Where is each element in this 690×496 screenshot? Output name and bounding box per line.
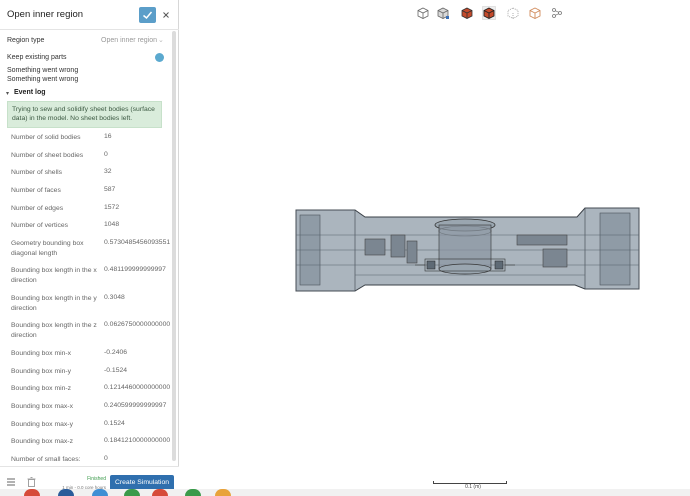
cube-red-icon[interactable] [460,6,474,20]
taskbar [0,489,690,496]
stat-label: Bounding box max-z [11,438,73,445]
geometry-model[interactable] [295,205,645,295]
app-taskbar-icon[interactable] [215,489,231,496]
panel-title: Open inner region [7,9,84,20]
chevron-down-icon[interactable]: ▾ [6,90,9,97]
stat-value: 0 [104,455,108,462]
stat-value: 0.1214460000000000 [104,384,170,391]
panel-content: Region type Open inner region ⌄ Keep exi… [0,31,179,466]
app-taskbar-icon[interactable] [124,489,140,496]
stat-label: Bounding box length in the y direction [11,295,97,312]
panel-header: Open inner region [0,0,179,30]
stat-value: 587 [104,186,116,193]
keep-existing-parts-label: Keep existing parts [7,54,67,61]
app-root: Open inner region Region type Open inner… [0,0,690,496]
stat-value: -0.2406 [104,349,128,356]
stat-label: Number of edges [11,205,64,212]
scale-bar: 0.1 (m) [433,478,507,490]
stat-label: Bounding box min-x [11,350,72,357]
stat-label: Bounding box max-x [11,403,73,410]
stat-value: 0.1841210000000000 [104,437,170,444]
app-taskbar-icon[interactable] [152,489,168,496]
stat-label: Number of shells [11,169,62,176]
stat-value: 0.240599999999997 [104,402,167,409]
stat-value: 0.3048 [104,294,125,301]
status-label: Finished [87,476,106,482]
panel-scrollbar[interactable] [172,31,176,461]
stat-value: 16 [104,133,112,140]
list-icon[interactable] [5,475,17,487]
chevron-down-icon: ⌄ [158,37,164,44]
cube-shaded-icon[interactable] [436,6,450,20]
stat-label: Number of faces [11,187,61,194]
cube-outline-icon[interactable] [416,6,430,20]
stat-label: Bounding box length in the z direction [11,322,97,339]
keep-existing-parts-toggle[interactable] [155,53,164,62]
confirm-button[interactable] [139,7,156,23]
cube-red-wire-icon[interactable] [482,6,496,20]
stat-value: 0.0626750000000000 [104,321,170,328]
stat-value: 1572 [104,204,120,211]
stat-value: 0.1524 [104,420,125,427]
app-taskbar-icon[interactable] [92,489,108,496]
stat-value: 32 [104,168,112,175]
app-taskbar-icon[interactable] [185,489,201,496]
settings-nodes-icon[interactable] [550,6,564,20]
event-log-info-box: Trying to sew and solidify sheet bodies … [7,101,162,128]
stat-value: 0.481199999999997 [104,266,166,273]
stat-value: 0 [104,151,108,158]
region-type-select[interactable]: Open inner region [101,37,157,44]
stat-value: 1048 [104,221,120,228]
event-log-toggle[interactable]: Event log [14,89,46,96]
error-message: Something went wrong [7,76,79,83]
stat-label: Number of vertices [11,222,69,229]
cube-dotted-icon[interactable] [506,6,520,20]
check-icon [143,11,153,20]
stat-label: Geometry bounding box diagonal length [11,240,84,257]
error-message: Something went wrong [7,67,79,74]
trash-icon[interactable] [26,475,37,487]
app-taskbar-icon[interactable] [58,489,74,496]
stat-label: Number of sheet bodies [11,152,84,159]
stat-label: Bounding box length in the x direction [11,267,97,284]
stat-label: Number of solid bodies [11,134,81,141]
view-toolbar [414,6,584,22]
event-log-message: Trying to sew and solidify sheet bodies … [12,106,155,122]
stat-label: Bounding box min-z [11,385,72,392]
stat-value: 0.5730485456093551 [104,239,170,246]
stat-label: Number of small faces: [11,456,81,463]
close-button[interactable] [160,8,172,22]
chrome-taskbar-icon[interactable] [24,489,40,496]
region-type-label: Region type [7,37,45,44]
stat-label: Bounding box min-y [11,368,72,375]
stat-value: -0.1524 [104,367,128,374]
close-icon [163,12,169,18]
open-inner-region-panel: Open inner region Region type Open inner… [0,0,179,496]
stat-label: Bounding box max-y [11,421,73,428]
cube-orange-icon[interactable] [528,6,542,20]
